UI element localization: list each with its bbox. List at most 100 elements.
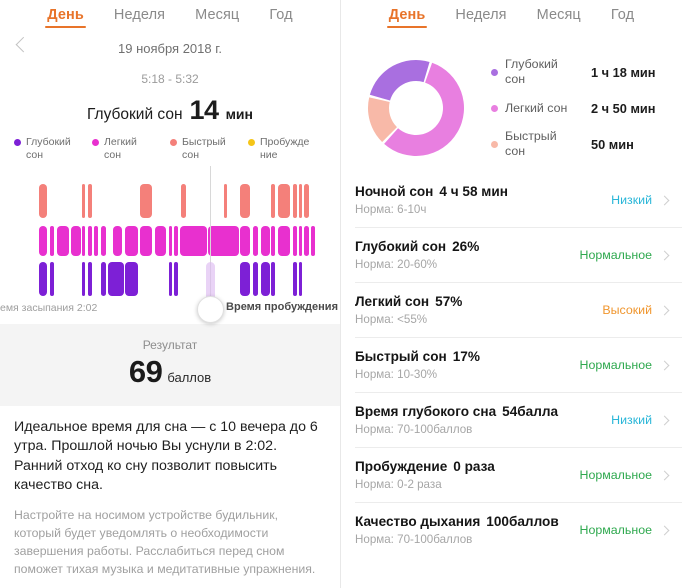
chevron-right-icon[interactable] [659, 195, 670, 205]
hypnogram-segment [253, 261, 258, 296]
chevron-right-icon[interactable] [659, 250, 670, 260]
donut-chart [341, 49, 491, 167]
donut-legend-label: Быстрый сон [505, 129, 557, 158]
hypnogram-segment [253, 225, 258, 256]
hypnogram-segment [292, 225, 297, 256]
chevron-right-icon[interactable] [659, 415, 670, 425]
status-badge: Нормальное [579, 468, 652, 482]
metric-row[interactable]: Быстрый сон 17% Норма: 10-30% Нормальное [355, 337, 682, 392]
hypnogram-segment [140, 225, 153, 256]
chevron-right-icon[interactable] [659, 360, 670, 370]
metric-row[interactable]: Качество дыхания 100баллов Норма: 70-100ба… [355, 502, 682, 557]
metric-text: Глубокий сон 26% Норма: 20-60% [355, 239, 580, 271]
legend-dot-icon [92, 139, 99, 146]
hypnogram-segment [292, 261, 297, 296]
metric-text: Качество дыхания 100баллов Норма: 70-100ба… [355, 514, 580, 546]
metric-row[interactable]: Время глубокого сна 54балла Норма: 70-100б… [355, 392, 682, 447]
sleep-score-block: Результат 69 баллов [0, 323, 340, 406]
wake-up-label: Время пробуждения [226, 300, 338, 313]
hypnogram-segment [38, 183, 48, 218]
hypnogram-segment [101, 261, 106, 296]
metric-norm: Норма: <55% [355, 313, 428, 326]
hypnogram-segment [239, 183, 251, 218]
tab-year-right[interactable]: Год [611, 7, 634, 28]
tab-month-left[interactable]: Месяц [195, 7, 239, 28]
hypnogram-segment [277, 225, 290, 256]
hypnogram-segment [155, 225, 166, 256]
hypnogram-segment [50, 225, 54, 256]
hypnogram-segment [124, 225, 139, 256]
hypnogram-segment [239, 225, 251, 256]
current-date: 19 ноября 2018 г. [118, 40, 222, 56]
hypnogram-chart[interactable]: емя засыпания 2:02 Время пробуждения [0, 165, 340, 324]
metric-row[interactable]: Легкий сон 57% Норма: <55% Высокий [355, 282, 682, 337]
hypnogram-segment [87, 225, 92, 256]
hypnogram-segment [93, 225, 99, 256]
hypnogram-segment [56, 225, 69, 256]
donut-legend-row: Глубокий сон 1 ч 18 мин [491, 54, 668, 90]
hypnogram-segment [124, 261, 139, 296]
metric-norm: Норма: 10-30% [355, 368, 438, 381]
metric-text: Пробуждение 0 раза Норма: 0-2 раза [355, 459, 580, 491]
status-badge: Нормальное [579, 523, 652, 537]
metric-row[interactable]: Ночной сон 4 ч 58 мин Норма: 6-10ч Низкий [355, 173, 682, 227]
metric-norm: Норма: 20-60% [355, 258, 438, 271]
metric-value: 54балла [502, 404, 559, 419]
hypnogram-segment [82, 261, 86, 296]
scrubber-handle[interactable] [197, 295, 224, 323]
period-tabbar-right: День Неделя Месяц Год [341, 0, 682, 35]
hypnogram-segment [174, 225, 179, 256]
chevron-right-icon[interactable] [659, 525, 670, 535]
hypnogram-segment [174, 261, 179, 296]
hypnogram-segment [38, 225, 48, 256]
legend-label: Легкий сон [104, 136, 137, 161]
metric-text: Легкий сон 57% Норма: <55% [355, 294, 602, 326]
metric-title: Качество дыхания 100баллов [355, 514, 559, 529]
tab-day-right[interactable]: День [386, 7, 428, 28]
sleep-advice-secondary: Настройте на носимом устройстве будильни… [14, 507, 316, 576]
hypnogram-segment [271, 261, 275, 296]
tab-week-left[interactable]: Неделя [114, 7, 165, 28]
metric-value: 0 раза [453, 459, 495, 474]
metric-row[interactable]: Пробуждение 0 раза Норма: 0-2 раза Нормальн… [355, 447, 682, 502]
tab-year-left[interactable]: Год [269, 7, 292, 28]
metrics-list: Ночной сон 4 ч 58 мин Норма: 6-10ч Низкий Гл… [341, 173, 682, 557]
metric-norm: Норма: 6-10ч [355, 203, 427, 216]
metric-value: 26% [452, 239, 480, 254]
donut-legend-dot-icon [491, 68, 498, 76]
selection-time-range: 5:18 - 5:32 [141, 72, 199, 86]
hypnogram-segment [277, 183, 290, 218]
hypnogram-segment [271, 225, 275, 256]
score-value-group: 69 баллов [0, 354, 340, 390]
hypnogram-segment [260, 225, 271, 256]
donut-legend-row: Легкий сон 2 ч 50 мин [491, 90, 668, 126]
back-chevron-icon[interactable] [15, 36, 32, 53]
metric-title: Время глубокого сна 54балла [355, 404, 559, 419]
tab-month-right[interactable]: Месяц [537, 7, 581, 28]
hypnogram-legend: Глубокий сон Легкий сон Быстрый сон Пробужде ни… [0, 136, 340, 162]
score-caption: Результат [142, 337, 198, 352]
hypnogram-segment [168, 261, 173, 296]
chevron-right-icon[interactable] [659, 470, 670, 480]
hypnogram-segment [271, 183, 275, 218]
hypnogram-segment [292, 183, 297, 218]
donut-legend-value: 2 ч 50 мин [591, 100, 656, 116]
metric-text: Время глубокого сна 54балла Норма: 70-100б… [355, 404, 611, 436]
sleep-composition-section: Глубокий сон 1 ч 18 мин Легкий сон 2 ч 50 ми… [341, 35, 682, 173]
tab-day-left[interactable]: День [45, 7, 86, 28]
legend-item: Пробужде ние [248, 136, 326, 162]
hypnogram-segment [82, 225, 86, 256]
status-badge: Нормальное [579, 248, 652, 262]
chevron-right-icon[interactable] [659, 305, 670, 315]
donut-legend-value: 50 мин [591, 136, 634, 152]
hypnogram-segment [87, 261, 92, 296]
status-badge: Низкий [611, 413, 652, 427]
fall-asleep-label: емя засыпания 2:02 [0, 301, 98, 314]
hypnogram-segment [260, 261, 271, 296]
hypnogram-segment [101, 225, 106, 256]
sleep-advice-primary: Идеальное время для сна — с 10 вечера до… [14, 418, 318, 494]
legend-item: Легкий сон [92, 136, 170, 162]
hypnogram-segment [50, 261, 54, 296]
tab-week-right[interactable]: Неделя [455, 7, 506, 28]
metric-row[interactable]: Глубокий сон 26% Норма: 20-60% Нормальное [355, 227, 682, 282]
